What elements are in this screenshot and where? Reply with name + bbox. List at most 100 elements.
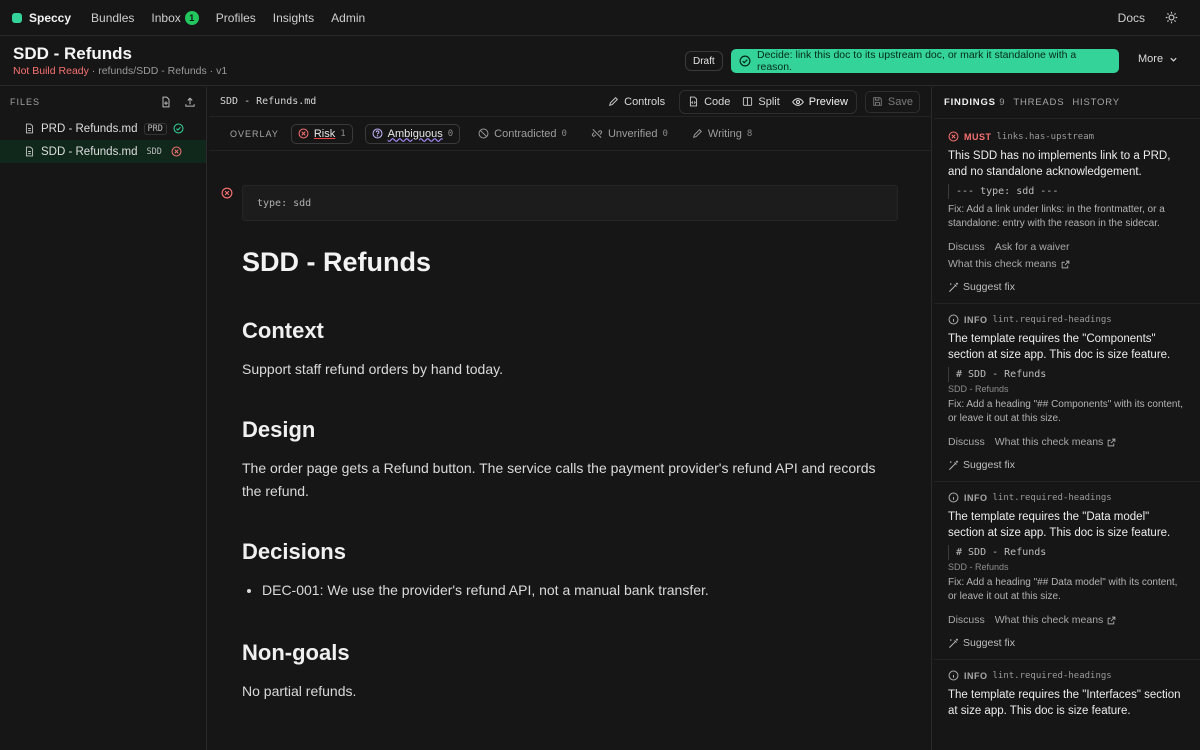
external-link-icon (1061, 260, 1070, 269)
overlay-unverified-toggle[interactable]: Unverified 0 (585, 124, 674, 144)
brand-logo[interactable]: Speccy (12, 11, 71, 25)
discuss-link[interactable]: Discuss (948, 436, 985, 448)
magic-wand-icon (948, 460, 959, 471)
suggest-fix-label: Suggest fix (963, 281, 1015, 293)
findings-panel: FINDINGS 9 THREADS HISTORY MUST links.ha… (934, 87, 1200, 750)
ask-waiver-link[interactable]: Ask for a waiver (995, 241, 1070, 253)
save-button[interactable]: Save (864, 90, 920, 113)
file-icon (24, 146, 35, 157)
check-means-link[interactable]: What this check means (995, 614, 1117, 626)
pen-icon (692, 128, 703, 139)
nav-inbox-label: Inbox (151, 10, 181, 25)
brand-name: Speccy (29, 10, 72, 25)
finding-code: lint.required-headings (992, 492, 1112, 503)
error-x-icon (171, 146, 182, 157)
frontmatter-error-icon[interactable] (221, 187, 233, 199)
magic-wand-icon (948, 282, 959, 293)
risk-label: Risk (313, 127, 336, 140)
risk-count: 1 (340, 128, 346, 139)
finding-location: SDD - Refunds (948, 562, 1009, 572)
editor-filename: SDD - Refunds.md (220, 96, 317, 107)
new-file-icon[interactable] (160, 96, 172, 108)
file-item-prd[interactable]: PRD - Refunds.md PRD (0, 117, 206, 140)
nav-profiles[interactable]: Profiles (216, 11, 256, 25)
tab-findings-label: FINDINGS (944, 97, 996, 108)
check-means-link[interactable]: What this check means (948, 258, 1187, 270)
suggest-fix-button[interactable]: Suggest fix (948, 459, 1187, 471)
magic-wand-icon (948, 638, 959, 649)
external-link-icon (1107, 438, 1116, 447)
upload-icon[interactable] (184, 96, 196, 108)
doc-header: SDD - Refunds Not Build Ready · refunds/… (0, 36, 1200, 86)
decide-action-button[interactable]: Decide: link this doc to its upstream do… (731, 49, 1119, 73)
controls-label: Controls (624, 95, 666, 108)
paragraph-design: The order page gets a Refund button. The… (242, 460, 876, 499)
info-icon (948, 670, 959, 681)
inbox-count-badge: 1 (184, 10, 199, 25)
nav-admin[interactable]: Admin (331, 11, 365, 25)
files-sidebar: FILES PRD - Refunds.md PRD SDD - Refunds… (0, 87, 207, 750)
finding-fix: Fix: Add a link under links: in the fron… (948, 204, 1165, 229)
top-nav: Speccy Bundles Inbox 1 Profiles Insights… (0, 0, 1200, 36)
list-item: DEC-001: We use the provider's refund AP… (262, 579, 898, 602)
must-x-icon (948, 131, 959, 142)
finding-code: links.has-upstream (996, 131, 1095, 142)
draft-badge: Draft (685, 51, 723, 71)
finding-code: lint.required-headings (992, 314, 1112, 325)
suggest-fix-button[interactable]: Suggest fix (948, 637, 1187, 649)
overlay-ambiguous-toggle[interactable]: Ambiguous 0 (364, 123, 461, 144)
finding-message: This SDD has no implements link to a PRD… (948, 150, 1171, 178)
contradicted-label: Contradicted (494, 127, 557, 140)
doc-subtitle: Not Build Ready · refunds/SDD - Refunds … (13, 65, 227, 77)
question-icon (372, 128, 383, 139)
suggest-fix-button[interactable]: Suggest fix (948, 281, 1187, 293)
discuss-link[interactable]: Discuss (948, 614, 985, 626)
finding-quote: # SDD - Refunds (948, 545, 1187, 560)
heading-context: Context (242, 318, 324, 343)
nav-inbox[interactable]: Inbox 1 (151, 10, 199, 25)
heading-design: Design (242, 417, 316, 442)
finding-message: The template requires the "Data model" s… (948, 511, 1171, 539)
finding-card: INFO lint.required-headings The template… (934, 660, 1200, 729)
unlink-icon (591, 128, 603, 139)
tab-history[interactable]: HISTORY (1072, 97, 1119, 108)
finding-card: INFO lint.required-headings The template… (934, 482, 1200, 660)
tab-findings[interactable]: FINDINGS 9 (944, 97, 1005, 108)
controls-button[interactable]: Controls (602, 91, 671, 113)
file-type-tag: SDD (146, 146, 162, 157)
risk-x-icon (298, 128, 309, 139)
discuss-link[interactable]: Discuss (948, 241, 985, 253)
file-item-sdd[interactable]: SDD - Refunds.md SDD (0, 140, 206, 163)
check-means-label: What this check means (948, 258, 1057, 270)
nav-insights[interactable]: Insights (273, 11, 314, 25)
tab-threads[interactable]: THREADS (1013, 97, 1064, 108)
file-name: PRD - Refunds.md (41, 122, 138, 135)
nav-bundles[interactable]: Bundles (91, 11, 134, 25)
split-view-button[interactable]: Split (736, 91, 785, 113)
ban-icon (478, 128, 489, 139)
overlay-writing-toggle[interactable]: Writing 8 (686, 124, 758, 144)
finding-level: MUST (964, 131, 992, 142)
finding-fix: Fix: Add a heading "## Components" with … (948, 399, 1184, 424)
overlay-risk-toggle[interactable]: Risk 1 (290, 123, 353, 144)
unverified-count: 0 (662, 128, 668, 139)
check-means-link[interactable]: What this check means (995, 436, 1117, 448)
finding-card: INFO lint.required-headings The template… (934, 304, 1200, 482)
check-circle-icon (739, 55, 751, 67)
nav-docs[interactable]: Docs (1118, 11, 1145, 25)
finding-location: SDD - Refunds (948, 384, 1009, 394)
heading-decisions: Decisions (242, 539, 346, 564)
code-view-button[interactable]: Code (682, 91, 736, 113)
doc-path: · refunds/SDD - Refunds · v1 (88, 65, 228, 77)
info-icon (948, 492, 959, 503)
frontmatter-block: type: sdd (242, 185, 898, 221)
ok-check-icon (173, 123, 184, 134)
doc-heading-1: SDD - Refunds (242, 247, 431, 277)
theme-toggle-sun-icon[interactable] (1165, 11, 1178, 24)
preview-view-button[interactable]: Preview (786, 91, 854, 113)
more-menu-button[interactable]: More (1138, 53, 1178, 65)
pencil-icon (608, 96, 619, 107)
paragraph-context: Support staff refund orders by hand toda… (242, 361, 503, 377)
overlay-contradicted-toggle[interactable]: Contradicted 0 (472, 124, 573, 144)
code-file-icon (688, 96, 699, 107)
